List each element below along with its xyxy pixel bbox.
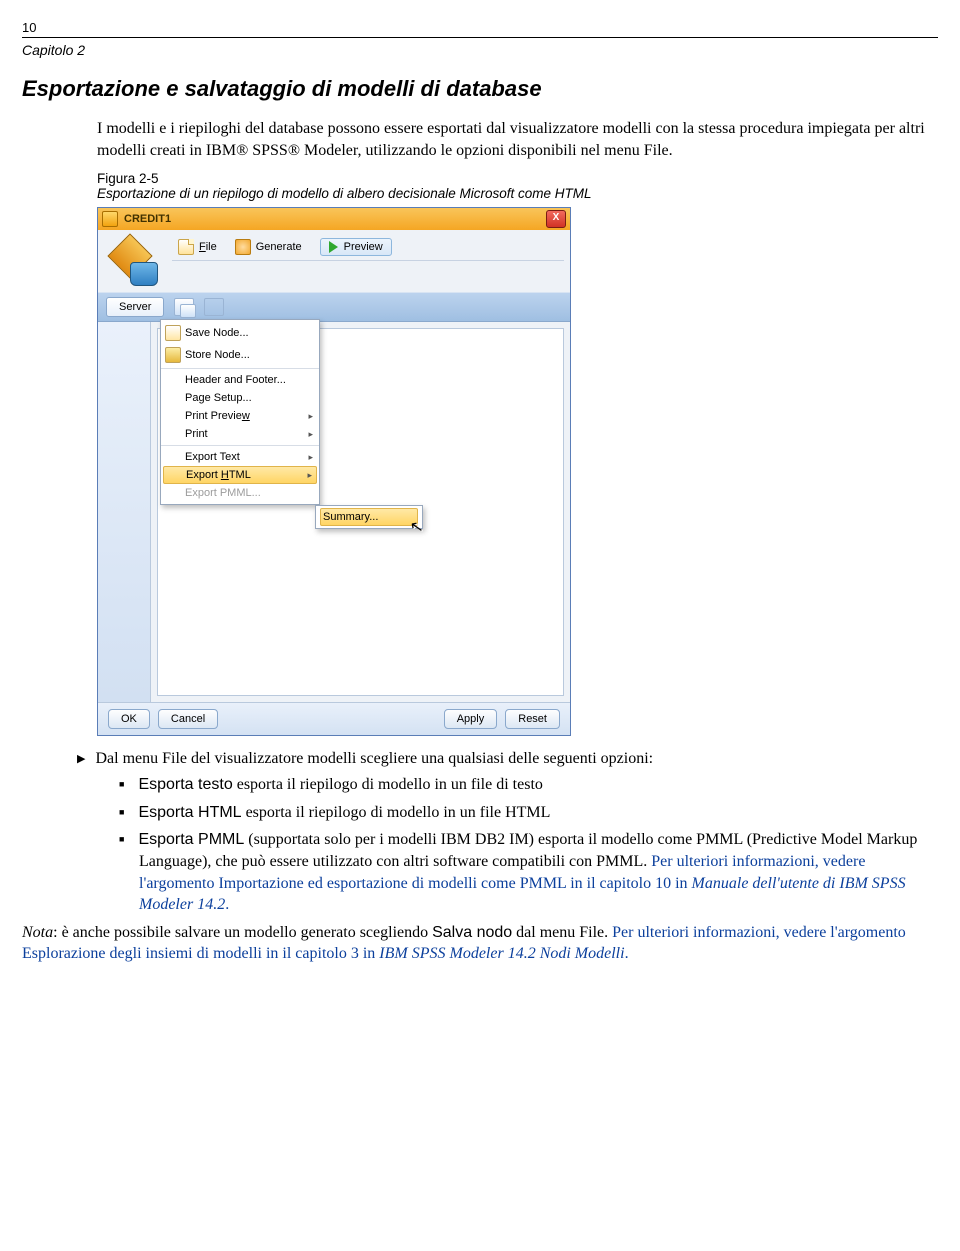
tree-panel: ⋯ Analys +Fields +Build S +Trainin Save … bbox=[157, 328, 564, 696]
menu-header-footer[interactable]: Header and Footer... bbox=[161, 371, 319, 389]
file-dropdown: Save Node... Store Node... Header and Fo… bbox=[160, 319, 320, 505]
play-icon bbox=[329, 241, 338, 253]
menubar: File Generate Preview bbox=[172, 234, 564, 261]
menu-store-node[interactable]: Store Node... bbox=[161, 344, 319, 366]
copy-icon[interactable] bbox=[174, 298, 194, 316]
preview-button[interactable]: Preview bbox=[320, 238, 392, 256]
file-icon bbox=[178, 239, 194, 255]
figure-label: Figura 2-5 bbox=[97, 171, 938, 186]
toolbar-icon-2[interactable] bbox=[204, 298, 224, 316]
header-rule bbox=[22, 37, 938, 38]
figure-caption: Esportazione di un riepilogo di modello … bbox=[97, 186, 938, 201]
chapter-label: Capitolo 2 bbox=[22, 42, 938, 58]
left-tabs bbox=[98, 322, 151, 702]
menu-page-setup[interactable]: Page Setup... bbox=[161, 389, 319, 407]
menu-save-node[interactable]: Save Node... bbox=[161, 322, 319, 344]
menu-generate-label: Generate bbox=[256, 241, 302, 253]
section-title: Esportazione e salvataggio di modelli di… bbox=[22, 76, 938, 102]
menu-separator bbox=[161, 368, 319, 369]
submenu-summary[interactable]: Summary... bbox=[320, 508, 418, 526]
window-title: CREDIT1 bbox=[124, 213, 540, 225]
page-number: 10 bbox=[22, 20, 938, 35]
menu-export-pmml: Export PMML... bbox=[161, 484, 319, 502]
menu-file[interactable]: File bbox=[178, 239, 217, 255]
bullet-export-html: Esporta HTML esporta il riepilogo di mod… bbox=[139, 802, 938, 824]
bullet-export-pmml: Esporta PMML (supportata solo per i mode… bbox=[139, 829, 938, 915]
toolbar: Server bbox=[98, 292, 570, 322]
instruction-lead: Dal menu File del visualizzatore modelli… bbox=[77, 750, 938, 768]
window-icon bbox=[102, 211, 118, 227]
cancel-button[interactable]: Cancel bbox=[158, 709, 218, 729]
menu-print[interactable]: Print bbox=[161, 425, 319, 443]
menu-print-preview[interactable]: Print Preview bbox=[161, 407, 319, 425]
bullet-export-text: Esporta testo esporta il riepilogo di mo… bbox=[139, 774, 938, 796]
preview-label: Preview bbox=[344, 241, 383, 253]
titlebar: CREDIT1 X bbox=[98, 208, 570, 230]
apply-button[interactable]: Apply bbox=[444, 709, 498, 729]
reset-button[interactable]: Reset bbox=[505, 709, 560, 729]
menu-export-text[interactable]: Export Text bbox=[161, 448, 319, 466]
menu-separator bbox=[161, 445, 319, 446]
intro-paragraph: I modelli e i riepiloghi del database po… bbox=[97, 118, 938, 161]
menu-generate[interactable]: Generate bbox=[235, 239, 302, 255]
menu-file-label: File bbox=[199, 241, 217, 253]
note-paragraph: Nota: è anche possibile salvare un model… bbox=[22, 922, 938, 965]
ok-button[interactable]: OK bbox=[108, 709, 150, 729]
menu-export-html[interactable]: Export HTML bbox=[163, 466, 317, 484]
bottom-button-bar: OK Cancel Apply Reset bbox=[98, 702, 570, 735]
close-icon[interactable]: X bbox=[546, 210, 566, 228]
generate-icon bbox=[235, 239, 251, 255]
submenu-export-html: Summary... bbox=[315, 505, 423, 529]
node-icon bbox=[104, 234, 162, 292]
app-window: CREDIT1 X File Generate Preview bbox=[97, 207, 571, 736]
server-tab[interactable]: Server bbox=[106, 297, 164, 317]
